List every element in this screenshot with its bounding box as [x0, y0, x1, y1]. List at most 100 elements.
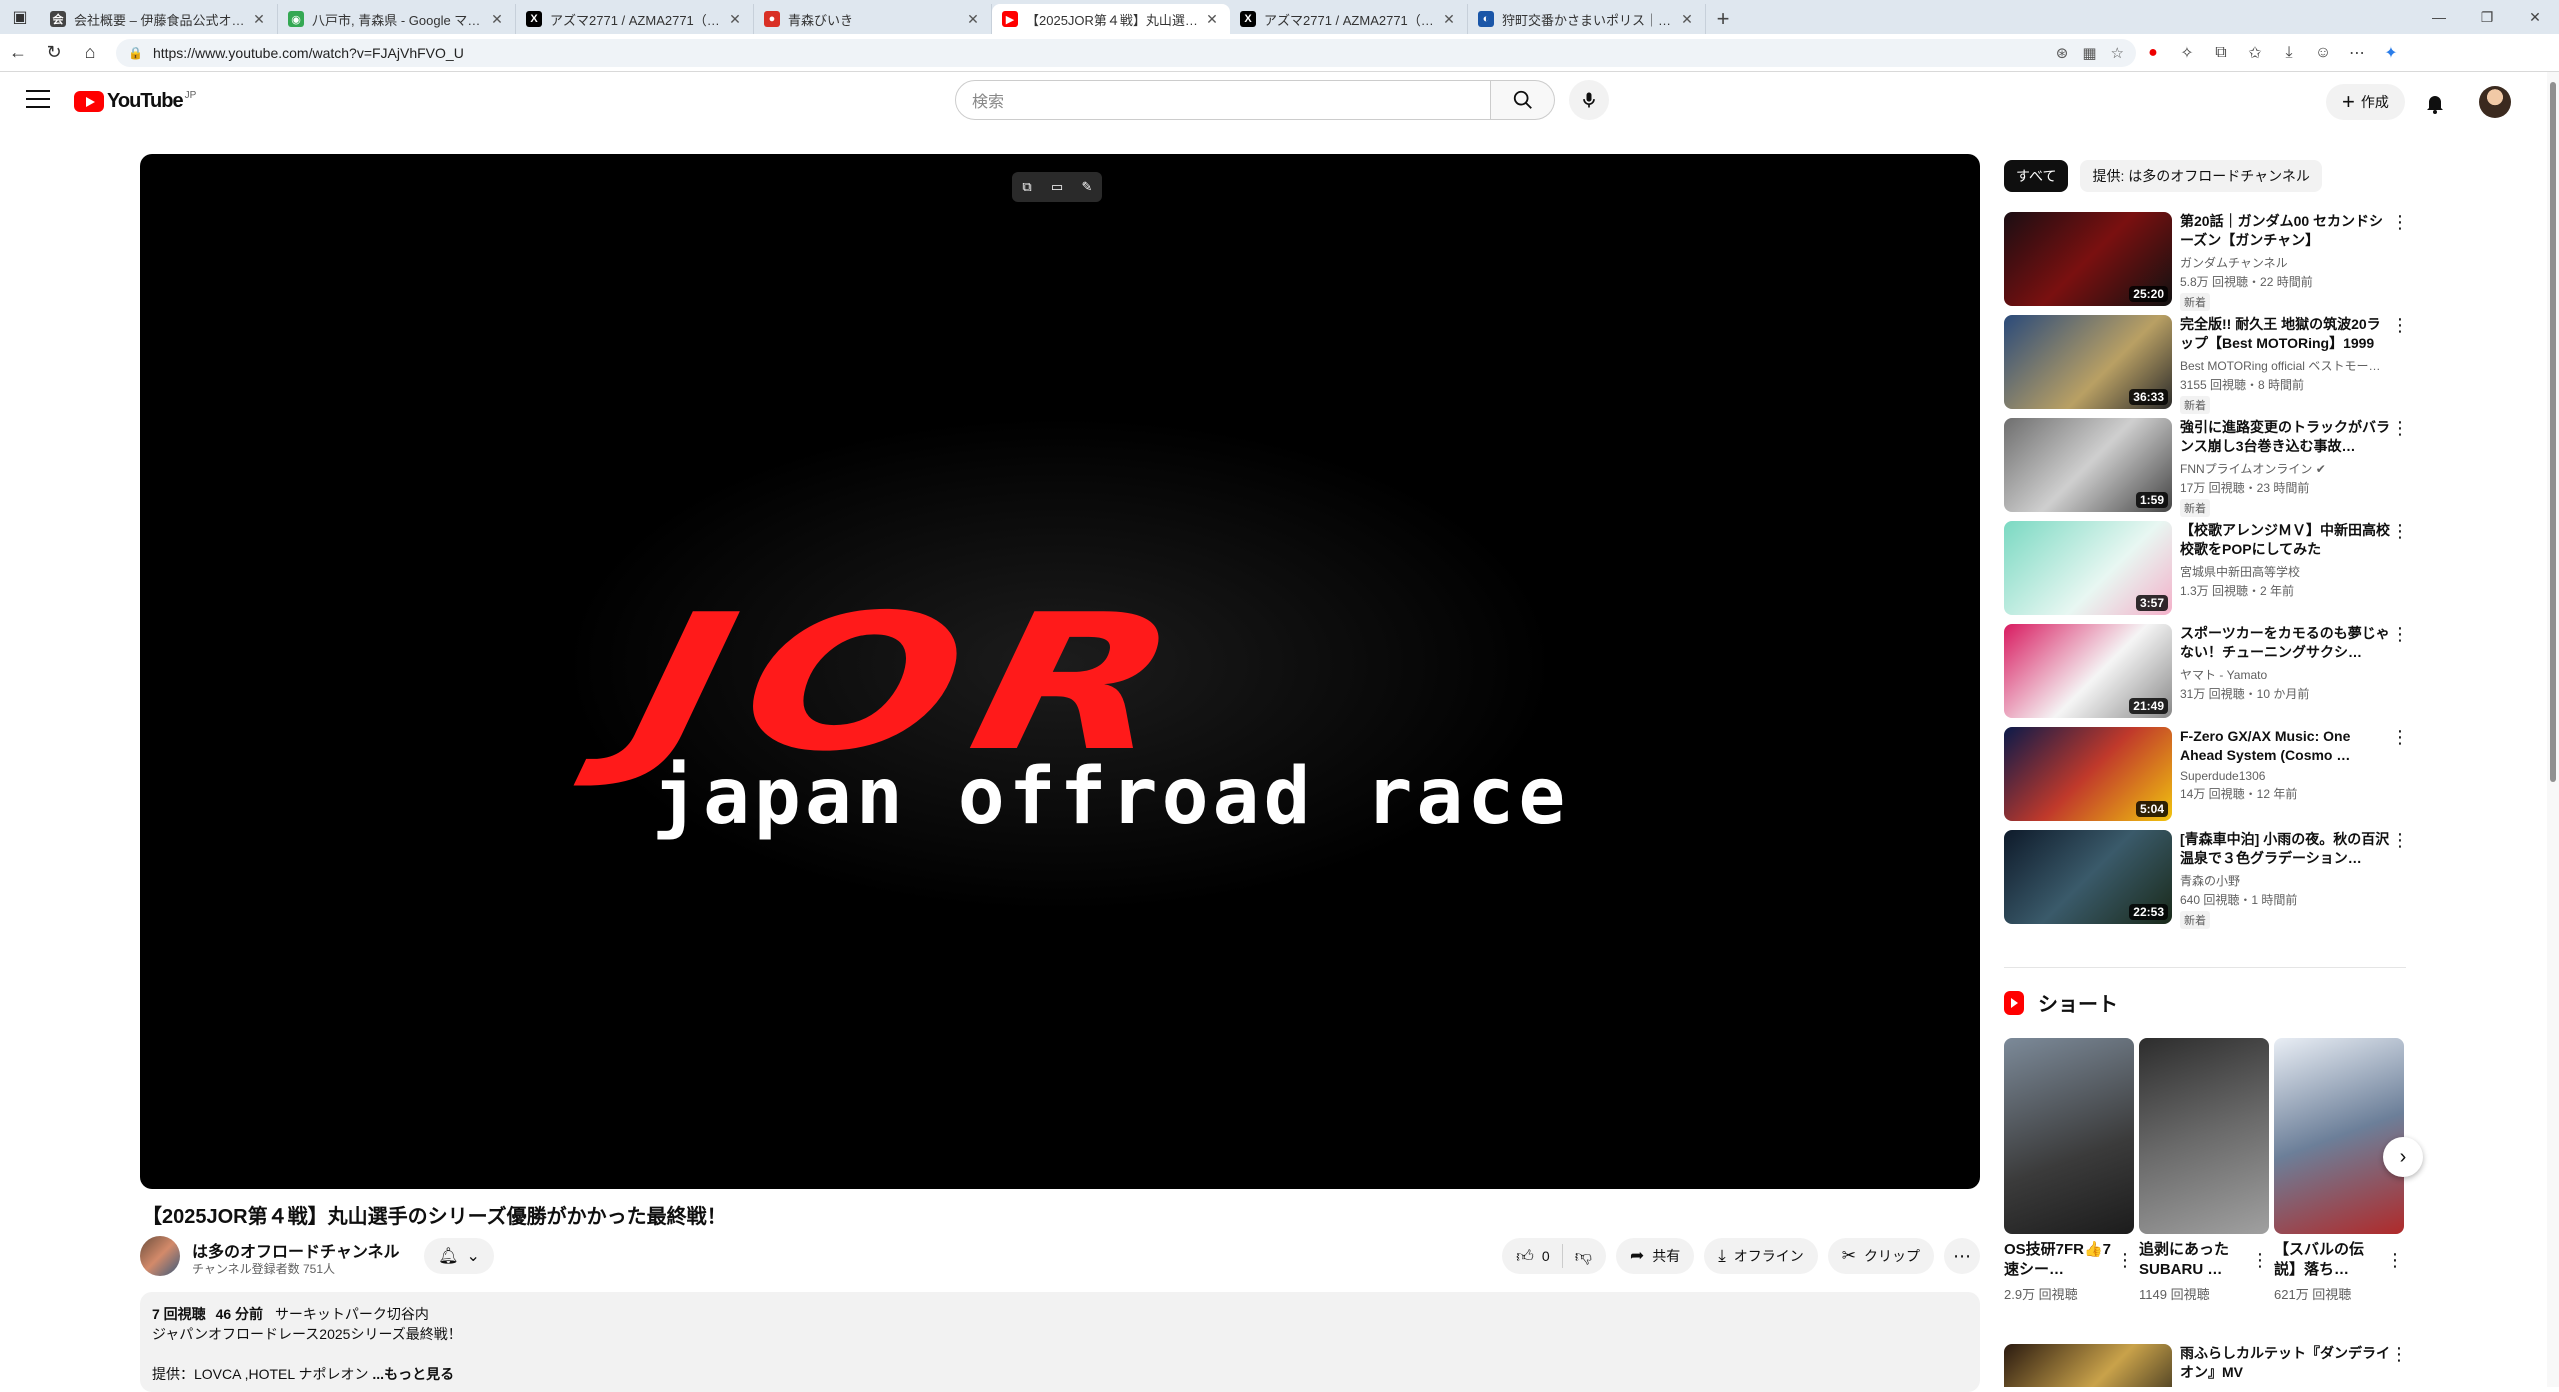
close-tab-icon[interactable]: ✕ — [489, 11, 505, 28]
notes-icon[interactable]: ✎ — [1072, 172, 1102, 202]
close-tab-icon[interactable]: ✕ — [1441, 11, 1457, 28]
browser-tab[interactable]: X アズマ2771 / AZMA2771（@azma ✕ — [1230, 4, 1468, 34]
short-item[interactable]: 追剥にあったSUBARU … 1149 回視聴 ⋮ — [2139, 1038, 2269, 1303]
tab-actions-icon[interactable]: ▣ — [0, 0, 40, 34]
short-item[interactable]: 【スバルの伝説】落ち… 621万 回視聴 ⋮ — [2274, 1038, 2404, 1303]
kebab-menu-icon[interactable]: ⋮ — [2390, 1344, 2408, 1365]
close-tab-icon[interactable]: ✕ — [1679, 11, 1695, 28]
video-thumbnail[interactable]: 22:53 — [2004, 830, 2172, 924]
browser-tab[interactable]: ● 青森びいき ✕ — [754, 4, 992, 34]
short-thumbnail[interactable] — [2139, 1038, 2269, 1234]
kebab-menu-icon[interactable]: ⋮ — [2390, 315, 2410, 336]
account-avatar[interactable] — [2479, 86, 2511, 118]
recommended-channel[interactable]: 宮城県中新田高等学校 — [2180, 563, 2390, 580]
video-thumbnail[interactable]: 5:04 — [2004, 727, 2172, 821]
recommended-channel[interactable]: Superdude1306 — [2180, 769, 2390, 783]
apps-icon[interactable]: ▦ — [2082, 44, 2096, 62]
close-tab-icon[interactable]: ✕ — [965, 11, 981, 28]
recommended-video[interactable]: 1:59 強引に進路変更のトラックがバランス崩し3台巻き込む事故… FNNプライ… — [2004, 418, 2409, 521]
kebab-menu-icon[interactable]: ⋮ — [2390, 212, 2410, 233]
close-tab-icon[interactable]: ✕ — [251, 11, 267, 28]
video-location[interactable]: サーキットパーク切谷内 — [275, 1306, 429, 1322]
shorts-next-button[interactable]: › — [2383, 1137, 2423, 1177]
download-button[interactable]: ⤓ オフライン — [1704, 1238, 1818, 1274]
browser-tab[interactable]: ◐ 狩町交番かさまいポリス｜むつ警察署 ✕ — [1468, 4, 1706, 34]
recommended-video[interactable]: 25:20 第20話｜ガンダム00 セカンドシーズン【ガンチャン】 ガンダムチャ… — [2004, 212, 2409, 315]
reload-icon[interactable]: ↻ — [36, 35, 72, 71]
short-thumbnail[interactable] — [2004, 1038, 2134, 1234]
close-tab-icon[interactable]: ✕ — [727, 11, 743, 28]
kebab-menu-icon[interactable]: ⋮ — [2390, 727, 2410, 748]
kebab-menu-icon[interactable]: ⋮ — [2251, 1250, 2269, 1271]
miniplayer-icon[interactable]: ⧉ — [1012, 172, 1042, 202]
short-title[interactable]: OS技研7FR👍7速シー… — [2004, 1240, 2112, 1280]
favorite-star-icon[interactable]: ☆ — [2111, 44, 2124, 62]
opera-extension-icon[interactable]: ● — [2136, 36, 2170, 70]
recommended-video[interactable]: 3:57 【校歌アレンジＭＶ】中新田高校校歌をPOPにしてみた 宮城県中新田高等… — [2004, 521, 2409, 624]
recommended-channel[interactable]: Best MOTORing official ベストモータリング — [2180, 357, 2390, 374]
short-title[interactable]: 追剥にあったSUBARU … — [2139, 1240, 2247, 1280]
downloads-icon[interactable]: ⤓ — [2272, 36, 2306, 70]
recommended-title[interactable]: 第20話｜ガンダム00 セカンドシーズン【ガンチャン】 — [2180, 212, 2390, 250]
video-player[interactable]: ⧉ ▭ ✎ JOR japan offroad race — [140, 154, 1980, 1189]
recommended-video[interactable]: 5:04 F-Zero GX/AX Music: One Ahead Syste… — [2004, 727, 2409, 830]
chip-channel[interactable]: 提供: は多のオフロードチャンネル — [2080, 160, 2322, 192]
browser-tab[interactable]: X アズマ2771 / AZMA2771（@azma ✕ — [516, 4, 754, 34]
recommended-channel[interactable]: ガンダムチャンネル — [2180, 254, 2390, 271]
create-button[interactable]: + 作成 — [2326, 84, 2405, 120]
video-thumbnail[interactable] — [2004, 1344, 2172, 1387]
browser-tab-active[interactable]: ▶ 【2025JOR第４戦】丸山選手のシリ ✕ — [992, 4, 1230, 34]
video-thumbnail[interactable]: 25:20 — [2004, 212, 2172, 306]
split-screen-icon[interactable]: ⧉ — [2204, 36, 2238, 70]
video-thumbnail[interactable]: 36:33 — [2004, 315, 2172, 409]
recommended-channel[interactable]: ヤマト - Yamato — [2180, 666, 2390, 683]
kebab-menu-icon[interactable]: ⋮ — [2390, 830, 2410, 851]
video-thumbnail[interactable]: 3:57 — [2004, 521, 2172, 615]
thumbs-up-icon[interactable]: 👍︎ — [1516, 1246, 1534, 1267]
recommended-title[interactable]: 雨ふらしカルテット『ダンデライオン』MV — [2180, 1344, 2390, 1382]
recommended-title[interactable]: スポーツカーをカモるのも夢じゃない！チューニングサクシ… — [2180, 624, 2390, 662]
subscription-bell-button[interactable]: 🔔︎ ⌄ — [424, 1238, 494, 1274]
channel-avatar[interactable] — [140, 1236, 180, 1276]
profile-icon[interactable]: ☺ — [2306, 36, 2340, 70]
close-window-icon[interactable]: ✕ — [2511, 0, 2559, 34]
kebab-menu-icon[interactable]: ⋮ — [2390, 418, 2410, 439]
back-arrow-icon[interactable]: ← — [0, 35, 36, 71]
scrollbar-thumb[interactable] — [2550, 82, 2556, 782]
short-thumbnail[interactable] — [2274, 1038, 2404, 1234]
notifications-button[interactable] — [2420, 88, 2450, 118]
lock-icon[interactable]: 🔒 — [128, 46, 143, 60]
more-actions-button[interactable]: ⋯ — [1944, 1238, 1980, 1274]
kebab-menu-icon[interactable]: ⋮ — [2390, 624, 2410, 645]
new-tab-button[interactable]: + — [1706, 4, 1740, 34]
extension-icon[interactable]: ✧ — [2170, 36, 2204, 70]
show-more-link[interactable]: ...もっと見る — [372, 1366, 454, 1382]
recommended-video-partial[interactable]: 雨ふらしカルテット『ダンデライオン』MV ⋮ — [2004, 1344, 2414, 1387]
voice-search-button[interactable] — [1569, 80, 1609, 120]
kebab-menu-icon[interactable]: ⋮ — [2386, 1250, 2404, 1271]
recommended-title[interactable]: 完全版!! 耐久王 地獄の筑波20ラップ【Best MOTORing】1999 — [2180, 315, 2390, 353]
recommended-title[interactable]: F-Zero GX/AX Music: One Ahead System (Co… — [2180, 727, 2390, 765]
minimize-icon[interactable]: — — [2415, 0, 2463, 34]
clip-button[interactable]: ✂ クリップ — [1827, 1238, 1934, 1274]
restore-icon[interactable]: ❐ — [2463, 0, 2511, 34]
browser-tab[interactable]: 会会社概要 – 伊藤食品公式オンライン ✕ — [40, 4, 278, 34]
thumbs-down-icon[interactable]: 👎︎ — [1575, 1246, 1592, 1267]
page-scrollbar[interactable] — [2547, 72, 2559, 1387]
recommended-video[interactable]: 36:33 完全版!! 耐久王 地獄の筑波20ラップ【Best MOTORing… — [2004, 315, 2409, 418]
short-item[interactable]: OS技研7FR👍7速シー… 2.9万 回視聴 ⋮ — [2004, 1038, 2134, 1303]
kebab-menu-icon[interactable]: ⋮ — [2116, 1250, 2134, 1271]
close-tab-icon[interactable]: ✕ — [1204, 11, 1220, 28]
translate-icon[interactable]: ⊛ — [2056, 44, 2069, 62]
recommended-title[interactable]: 強引に進路変更のトラックがバランス崩し3台巻き込む事故… — [2180, 418, 2390, 456]
favorites-icon[interactable]: ✩ — [2238, 36, 2272, 70]
channel-name[interactable]: は多のオフロードチャンネル — [192, 1238, 400, 1262]
hamburger-menu-icon[interactable] — [26, 90, 50, 110]
youtube-logo[interactable]: YouTube JP — [74, 90, 196, 113]
recommended-video[interactable]: 21:49 スポーツカーをカモるのも夢じゃない！チューニングサクシ… ヤマト -… — [2004, 624, 2409, 727]
menu-dots-icon[interactable]: ⋯ — [2340, 36, 2374, 70]
chip-all[interactable]: すべて — [2004, 160, 2069, 192]
theater-mode-icon[interactable]: ▭ — [1042, 172, 1072, 202]
short-title[interactable]: 【スバルの伝説】落ち… — [2274, 1240, 2382, 1280]
kebab-menu-icon[interactable]: ⋮ — [2390, 521, 2410, 542]
